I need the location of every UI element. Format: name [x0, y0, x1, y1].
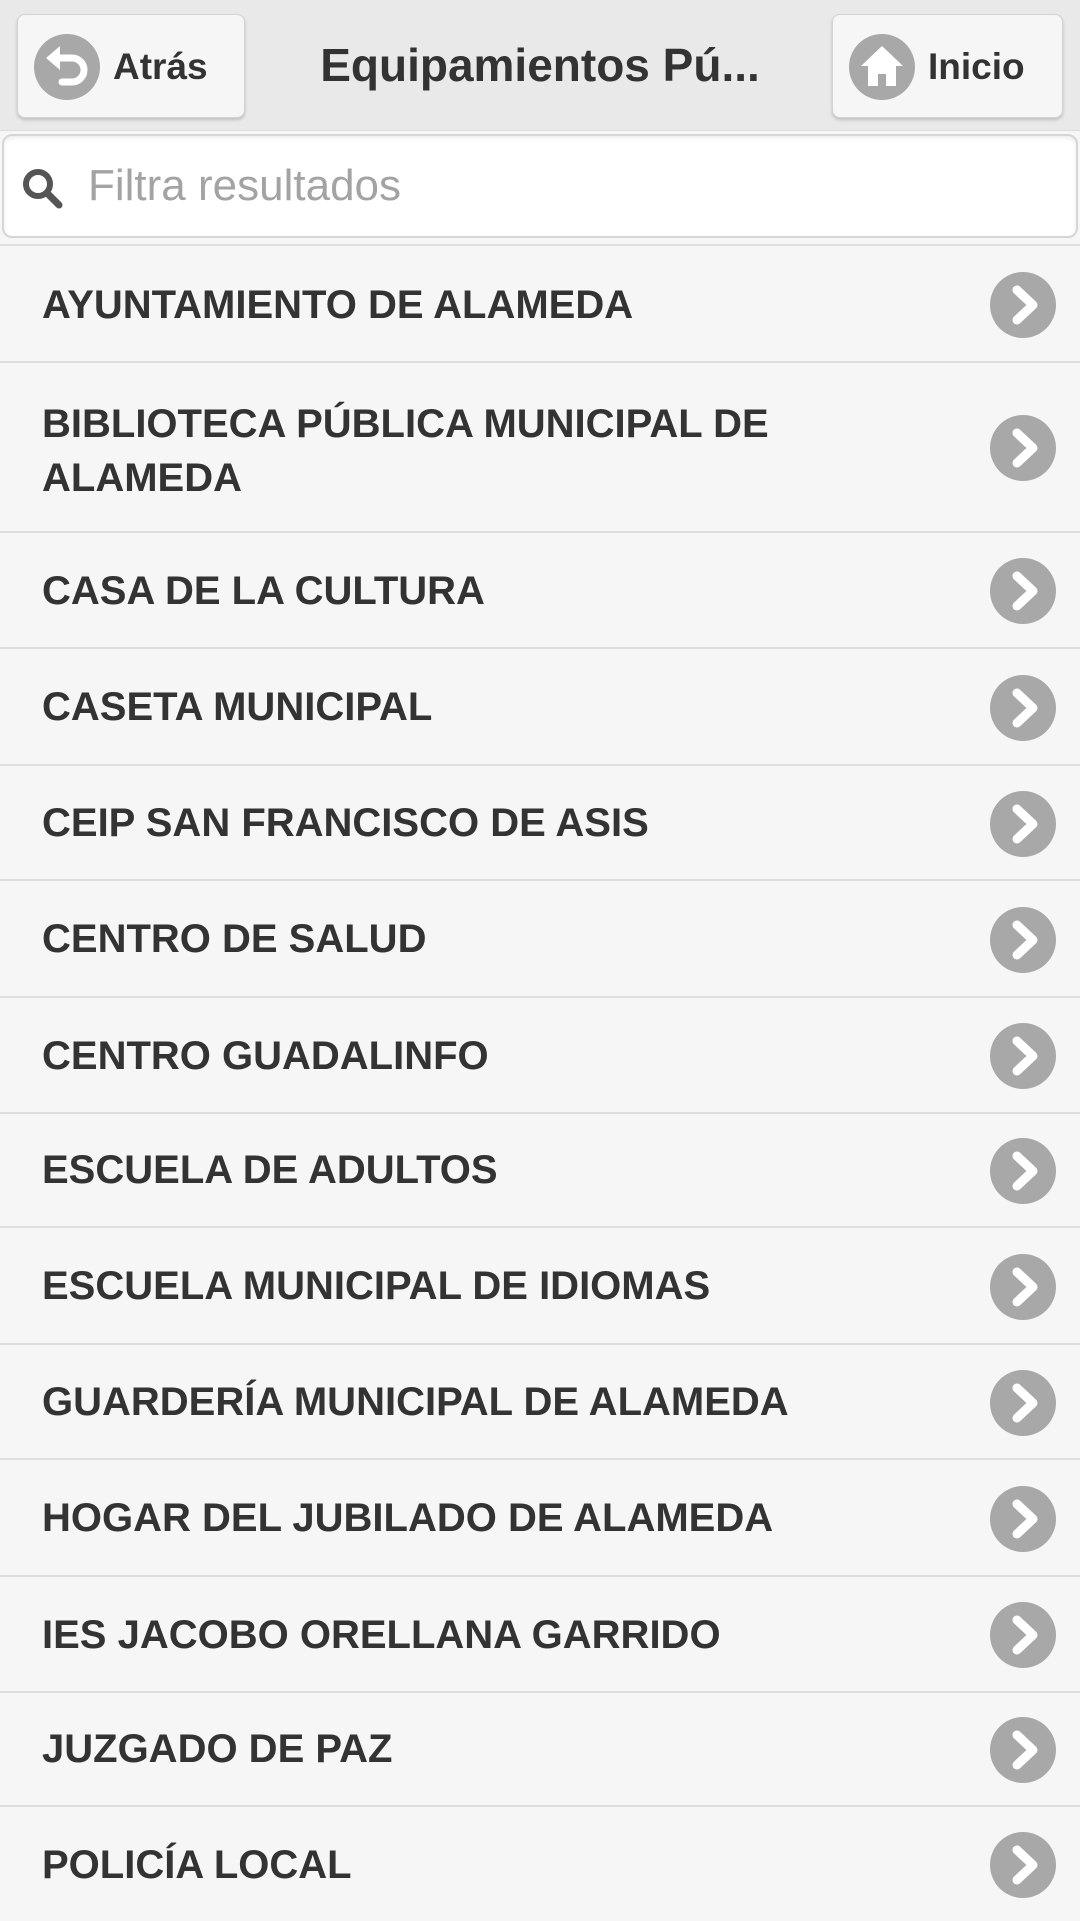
list-item[interactable]: JUZGADO DE PAZ [0, 1691, 1080, 1805]
chevron-right-icon [990, 907, 1056, 973]
chevron-right-icon [990, 1370, 1056, 1436]
list-item-label: GUARDERÍA MUNICIPAL DE ALAMEDA [42, 1380, 789, 1424]
chevron-right-icon [990, 272, 1056, 338]
chevron-right-icon [990, 675, 1056, 741]
back-button[interactable]: Atrás [17, 14, 245, 118]
list-item[interactable]: CENTRO DE SALUD [0, 879, 1080, 996]
list-item-label: AYUNTAMIENTO DE ALAMEDA [42, 283, 634, 327]
chevron-right-icon [990, 1138, 1056, 1204]
list-item-label: POLICÍA LOCAL [42, 1843, 352, 1887]
home-icon [849, 34, 915, 100]
list-item-label: CENTRO DE SALUD [42, 917, 427, 961]
list-item-label: JUZGADO DE PAZ [42, 1727, 393, 1771]
list-item[interactable]: CASA DE LA CULTURA [0, 531, 1080, 647]
list-item[interactable]: CEIP SAN FRANCISCO DE ASIS [0, 764, 1080, 879]
chevron-right-icon [990, 1717, 1056, 1783]
back-button-label: Atrás [113, 46, 208, 87]
list-item-label: CENTRO GUADALINFO [42, 1034, 489, 1078]
chevron-right-icon [990, 1486, 1056, 1552]
list-item[interactable]: IES JACOBO ORELLANA GARRIDO [0, 1575, 1080, 1691]
home-button[interactable]: Inicio [832, 14, 1063, 118]
chevron-right-icon [990, 1023, 1056, 1089]
list-item-label: IES JACOBO ORELLANA GARRIDO [42, 1613, 721, 1657]
list-item[interactable]: AYUNTAMIENTO DE ALAMEDA [0, 244, 1080, 361]
chevron-right-icon [990, 791, 1056, 857]
list-item-label: CEIP SAN FRANCISCO DE ASIS [42, 801, 649, 845]
list-item-label: CASETA MUNICIPAL [42, 685, 433, 729]
list-item[interactable]: CENTRO GUADALINFO [0, 996, 1080, 1112]
list-item[interactable]: ESCUELA DE ADULTOS [0, 1112, 1080, 1226]
search-input[interactable] [88, 150, 1048, 222]
list-item[interactable]: BIBLIOTECA PÚBLICA MUNICIPAL DE ALAMEDA [0, 361, 1080, 531]
search-icon [18, 164, 66, 217]
chevron-right-icon [990, 558, 1056, 624]
header-bar: Atrás Equipamientos Pú... Inicio [0, 0, 1080, 131]
home-button-label: Inicio [928, 46, 1025, 87]
list-item[interactable]: ESCUELA MUNICIPAL DE IDIOMAS [0, 1226, 1080, 1343]
list-item[interactable]: CASETA MUNICIPAL [0, 647, 1080, 764]
search-bar [2, 134, 1078, 238]
list-item-label: BIBLIOTECA PÚBLICA MUNICIPAL DE ALAMEDA [42, 402, 769, 500]
page-title: Equipamientos Pú... [320, 39, 760, 91]
list-item[interactable]: GUARDERÍA MUNICIPAL DE ALAMEDA [0, 1343, 1080, 1458]
list-item-label: HOGAR DEL JUBILADO DE ALAMEDA [42, 1496, 774, 1540]
list-item-label: CASA DE LA CULTURA [42, 569, 485, 613]
chevron-right-icon [990, 415, 1056, 481]
results-list: AYUNTAMIENTO DE ALAMEDA BIBLIOTECA PÚBLIC… [0, 244, 1080, 1921]
list-item-label: ESCUELA MUNICIPAL DE IDIOMAS [42, 1264, 711, 1308]
chevron-right-icon [990, 1254, 1056, 1320]
list-item[interactable]: HOGAR DEL JUBILADO DE ALAMEDA [0, 1458, 1080, 1575]
list-item[interactable]: POLICÍA LOCAL [0, 1805, 1080, 1921]
back-arrow-icon [34, 34, 100, 100]
chevron-right-icon [990, 1602, 1056, 1668]
chevron-right-icon [990, 1832, 1056, 1898]
list-item-label: ESCUELA DE ADULTOS [42, 1148, 498, 1192]
